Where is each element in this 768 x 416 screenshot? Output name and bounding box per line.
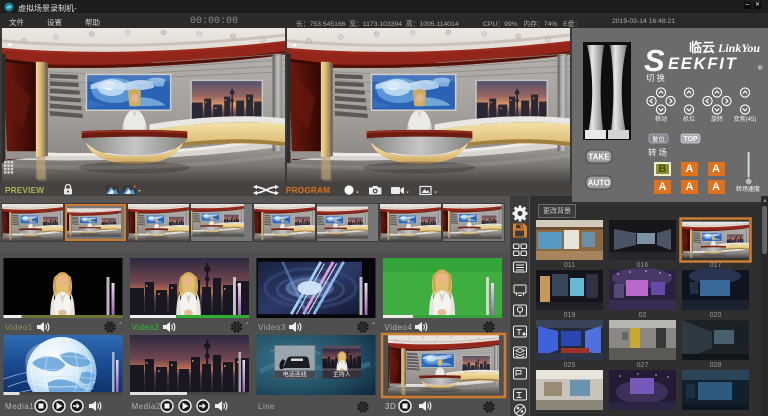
svg-text:3D: 3D (385, 402, 396, 411)
svg-text:电话连线: 电话连线 (283, 371, 307, 379)
svg-text:PROGRAM: PROGRAM (286, 186, 330, 195)
svg-text:转场: 转场 (648, 148, 669, 158)
svg-text:复位: 复位 (652, 134, 666, 143)
svg-text:TOP: TOP (683, 136, 698, 143)
svg-text:Video4: Video4 (385, 323, 413, 332)
svg-text:切换: 切换 (646, 73, 667, 83)
svg-text:机位: 机位 (683, 115, 695, 123)
svg-text:变焦(45): 变焦(45) (734, 115, 757, 123)
svg-text:Media1: Media1 (5, 402, 34, 411)
svg-text:®: ® (758, 65, 763, 72)
svg-text:AUTO: AUTO (588, 179, 611, 188)
svg-text:转场速度: 转场速度 (736, 185, 760, 193)
svg-text:LinkYou: LinkYou (717, 41, 760, 55)
svg-text:Line: Line (258, 402, 275, 411)
svg-text:主持人: 主持人 (333, 371, 351, 379)
svg-text:TAKE: TAKE (588, 153, 610, 162)
svg-text:Video1: Video1 (5, 323, 33, 332)
svg-text:Video3: Video3 (258, 323, 286, 332)
svg-text:Media2: Media2 (132, 402, 161, 411)
svg-text:旋转: 旋转 (711, 115, 723, 123)
svg-text:Video2: Video2 (132, 323, 160, 332)
svg-text:PREVIEW: PREVIEW (5, 186, 44, 195)
svg-text:EEKFIT: EEKFIT (668, 55, 738, 73)
svg-text:移动: 移动 (655, 115, 667, 123)
svg-text:临云: 临云 (689, 40, 715, 55)
